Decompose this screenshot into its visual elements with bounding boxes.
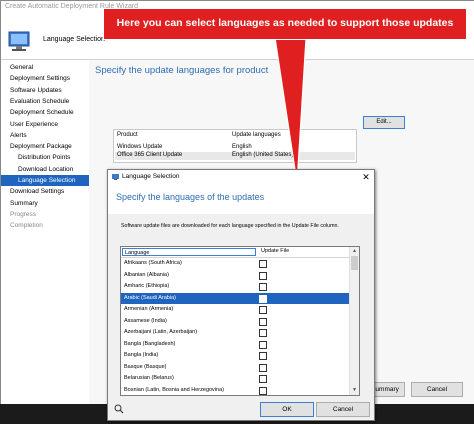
language-row[interactable]: Arabic (Saudi Arabia) [121,292,349,304]
language-name: Arabic (Saudi Arabia) [124,294,176,301]
language-row[interactable]: Assamese (India) [121,316,349,327]
language-name: Albanian (Albania) [124,271,169,278]
language-name: Afrikaans (South Africa) [124,260,182,266]
language-row[interactable]: Azerbaijani (Latin, Azerbaijan) [121,327,349,338]
dialog-cancel-button[interactable]: Cancel [316,402,370,417]
language-name: Bangla (Bangladesh) [124,340,176,347]
dialog-title: Language Selection [122,173,180,180]
update-file-checkbox[interactable] [259,352,267,360]
nav-item[interactable]: Language Selection [1,175,89,186]
nav-item[interactable]: Deployment Schedule [1,107,89,118]
nav-item[interactable]: Deployment Package [1,141,89,152]
languages-column-header[interactable]: Update languages [232,132,281,138]
language-row[interactable]: Armenian (Armenia) [121,304,349,315]
annotation-callout: Here you can select languages as needed … [103,8,467,40]
update-file-checkbox[interactable] [259,386,267,395]
edit-button[interactable]: Edit... [363,116,405,129]
language-row[interactable]: Basque (Basque) [121,362,349,373]
update-file-column-header[interactable]: Update File [261,248,289,254]
language-row[interactable]: Albanian (Albania) [121,270,349,281]
update-file-checkbox[interactable] [259,317,267,326]
language-row[interactable]: Bosnian (Latin, Bosnia and Herzegovina) [121,385,349,396]
nav-item[interactable]: Summary [1,198,89,209]
header-title: Language Selection [43,36,105,43]
language-name: Assamese (India) [124,317,167,324]
language-name: Bangla (India) [124,352,159,358]
nav-item[interactable]: Evaluation Schedule [1,96,89,107]
language-row[interactable]: Bangla (India) [121,350,349,361]
nav-item[interactable]: Download Location [1,164,89,175]
computer-icon [8,31,30,51]
language-list[interactable]: Language Update File Afrikaans (South Af… [120,246,360,396]
close-icon[interactable]: ✕ [360,171,372,183]
dialog-heading: Specify the languages of the updates [116,192,265,202]
update-file-checkbox[interactable] [259,260,267,268]
language-row[interactable]: Belarusian (Belarus) [121,373,349,384]
language-name: Basque (Basque) [124,363,167,370]
language-row[interactable]: Amharic (Ethiopia) [121,281,349,292]
language-selection-dialog: Language Selection ✕ Specify the languag… [107,169,375,421]
scroll-down-icon[interactable]: ▼ [350,386,359,394]
dialog-description: Software update files are downloaded for… [121,223,339,229]
scroll-thumb[interactable] [351,256,358,270]
language-row[interactable]: Afrikaans (South Africa) [121,258,349,269]
update-file-checkbox[interactable] [259,329,267,337]
product-table: Product Update languages Windows Update … [113,129,357,163]
nav-item[interactable]: Deployment Settings [1,73,89,84]
language-name: Bosnian (Latin, Bosnia and Herzegovina) [124,386,224,393]
nav-item[interactable]: Distribution Points [1,152,89,163]
table-cell[interactable]: Office 365 Client Update [117,152,182,158]
table-cell[interactable]: Windows Update [117,144,162,150]
nav-item[interactable]: General [1,62,89,73]
nav-item: Completion [10,222,43,230]
update-file-checkbox[interactable] [259,271,267,280]
nav-item[interactable]: Software Updates [1,85,89,96]
vertical-scrollbar[interactable]: ▲ ▼ [349,247,359,395]
update-file-checkbox[interactable] [259,340,267,349]
nav-item: Progress [10,210,37,218]
language-name: Amharic (Ethiopia) [124,283,170,289]
update-file-checkbox[interactable] [259,363,267,372]
nav-item[interactable]: Download Settings [1,186,89,197]
language-name: Armenian (Armenia) [124,306,174,312]
language-column-header[interactable]: Language [122,248,256,256]
update-file-checkbox[interactable] [259,306,267,314]
scroll-up-icon[interactable]: ▲ [350,247,359,255]
update-file-checkbox[interactable] [259,375,267,383]
dialog-app-icon [112,174,119,180]
nav-item[interactable]: User Experience [1,119,89,130]
content-title: Specify the update languages for product [95,65,269,76]
update-file-checkbox[interactable] [259,283,267,291]
ok-button[interactable]: OK [260,402,314,417]
language-row[interactable]: Bangla (Bangladesh) [121,339,349,350]
language-name: Azerbaijani (Latin, Azerbaijan) [124,329,198,335]
update-file-checkbox[interactable] [259,294,267,303]
language-name: Belarusian (Belarus) [124,375,174,381]
help-icon[interactable] [114,404,124,414]
list-header: Language Update File [121,247,349,258]
wizard-nav: General Deployment Settings Software Updat… [1,60,90,405]
cancel-button[interactable]: Cancel [411,382,463,397]
nav-item[interactable]: Alerts [1,130,89,141]
product-column-header[interactable]: Product [117,132,138,138]
table-cell[interactable]: English [232,144,252,150]
table-cell[interactable]: English (United States) [232,152,293,158]
